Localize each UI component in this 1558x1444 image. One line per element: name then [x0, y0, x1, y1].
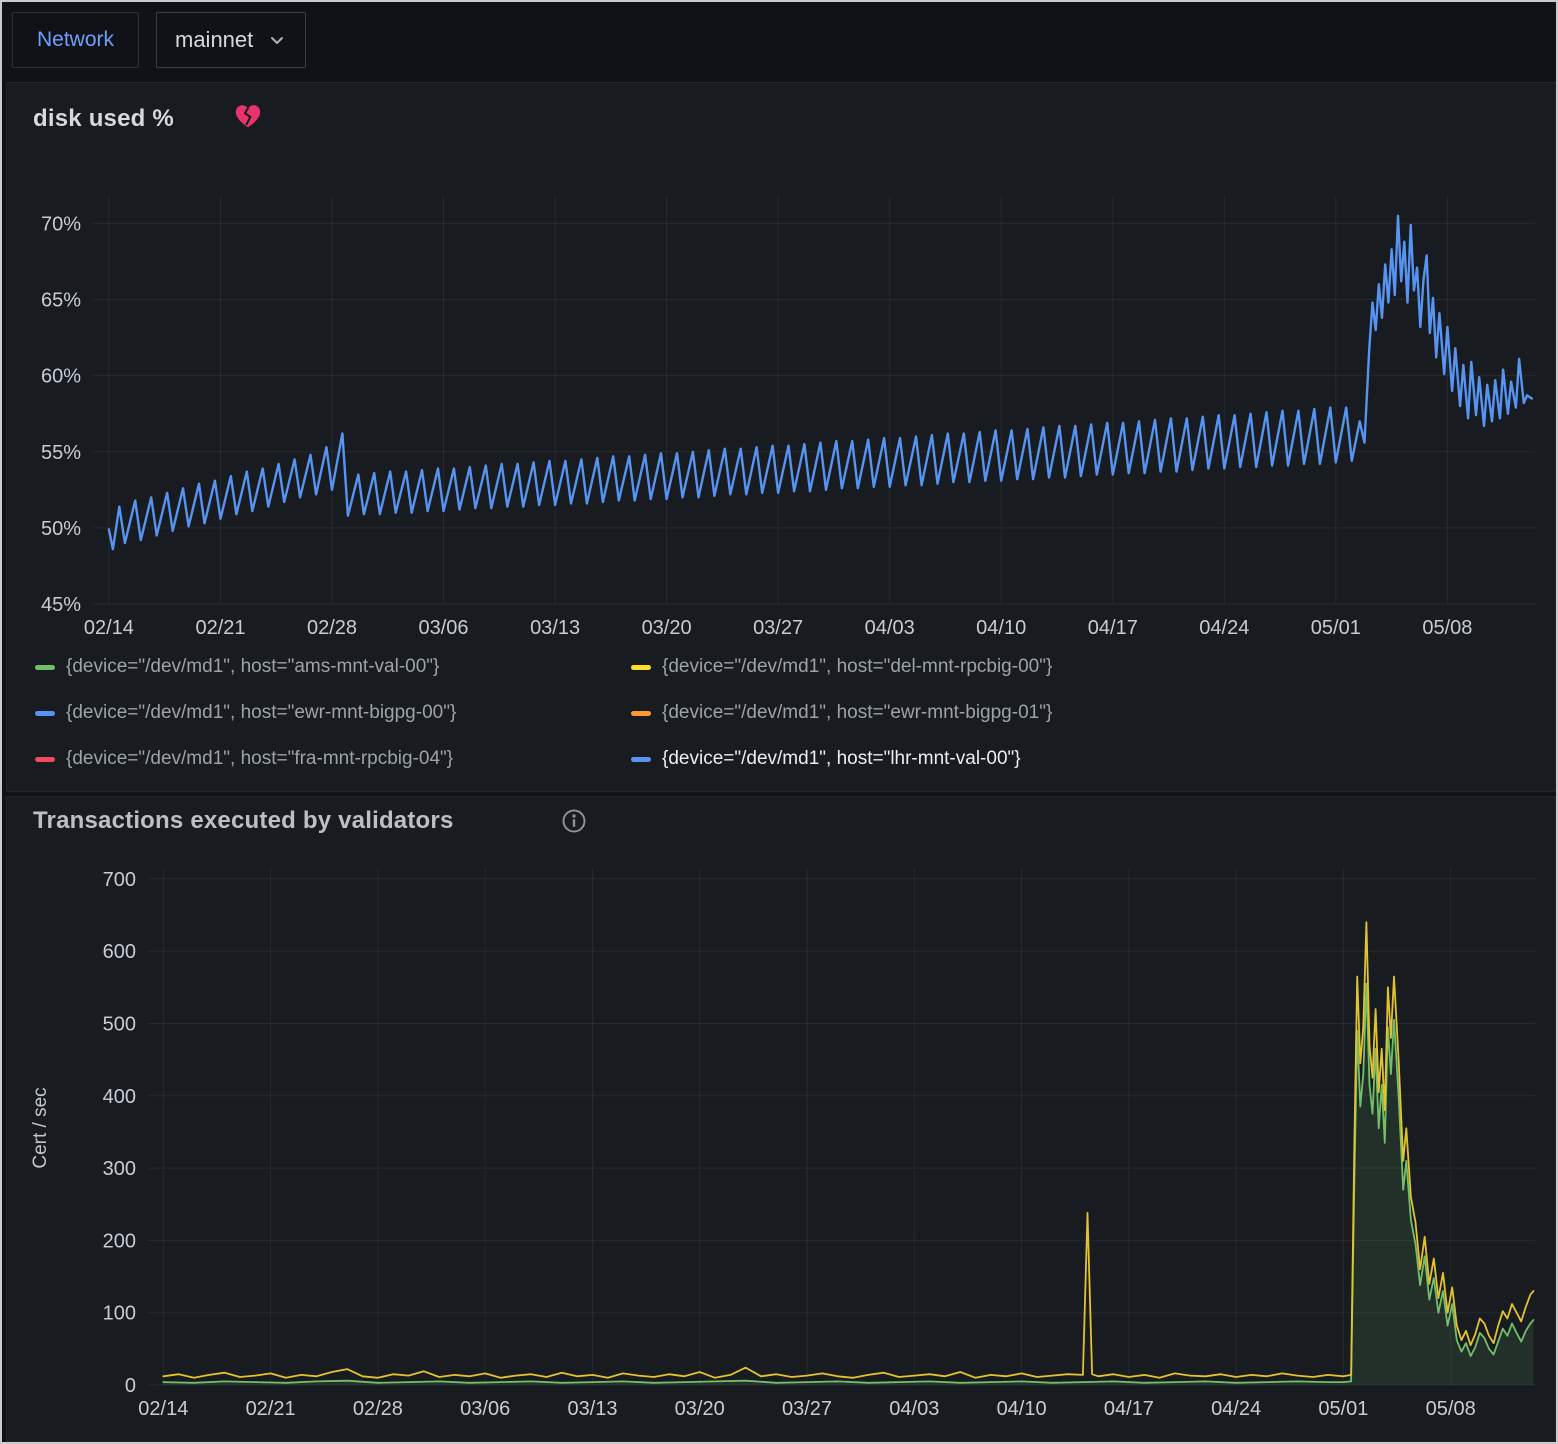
grafana-dashboard: { "variables": { "label": "Network", "va…	[0, 0, 1558, 1444]
legend-label: {device="/dev/md1", host="del-mnt-rpcbig…	[662, 656, 1052, 678]
svg-text:03/06: 03/06	[460, 1398, 510, 1420]
legend-label: {device="/dev/md1", host="ams-mnt-val-00…	[66, 656, 439, 678]
svg-text:04/03: 04/03	[889, 1398, 939, 1420]
legend-label: {device="/dev/md1", host="fra-mnt-rpcbig…	[66, 748, 453, 770]
svg-text:700: 700	[103, 869, 136, 891]
chevron-down-icon	[267, 30, 287, 50]
series-color-dash	[631, 711, 651, 716]
legend-label: {device="/dev/md1", host="ewr-mnt-bigpg-…	[662, 702, 1052, 724]
svg-text:04/24: 04/24	[1211, 1398, 1261, 1420]
legend-item-lhr-mnt-val-00[interactable]: {device="/dev/md1", host="lhr-mnt-val-00…	[631, 743, 1052, 775]
broken-heart-alert-icon	[233, 101, 263, 131]
series-color-dash	[631, 665, 651, 670]
svg-text:04/10: 04/10	[997, 1398, 1047, 1420]
svg-text:02/28: 02/28	[307, 617, 357, 639]
network-variable-label: Network	[12, 12, 139, 68]
network-variable-value: mainnet	[175, 27, 253, 53]
svg-text:300: 300	[103, 1158, 136, 1180]
svg-text:04/24: 04/24	[1199, 617, 1249, 639]
svg-text:05/01: 05/01	[1318, 1398, 1368, 1420]
transactions-chart[interactable]: 0 100 200 300 400 500 600 700 02/14 02/21 02/28 03/…	[63, 853, 1551, 1441]
svg-text:02/28: 02/28	[353, 1398, 403, 1420]
legend-item-ewr-mnt-bigpg-00[interactable]: {device="/dev/md1", host="ewr-mnt-bigpg-…	[35, 697, 631, 729]
svg-text:04/17: 04/17	[1104, 1398, 1154, 1420]
panel-disk-used: disk used % 45% 50% 55% 60% 65% 70% 02/14 02/21…	[6, 82, 1556, 792]
svg-text:03/13: 03/13	[530, 617, 580, 639]
svg-text:05/08: 05/08	[1422, 617, 1472, 639]
svg-text:03/13: 03/13	[567, 1398, 617, 1420]
series-color-dash	[631, 757, 651, 762]
svg-text:50%: 50%	[41, 518, 81, 540]
tx-y-axis-label: Cert / sec	[30, 1087, 52, 1168]
svg-text:03/20: 03/20	[642, 617, 692, 639]
legend-item-ams-mnt-val-00[interactable]: {device="/dev/md1", host="ams-mnt-val-00…	[35, 651, 631, 683]
svg-text:70%: 70%	[41, 213, 81, 235]
legend-label: {device="/dev/md1", host="ewr-mnt-bigpg-…	[66, 702, 456, 724]
disk-used-chart[interactable]: 45% 50% 55% 60% 65% 70% 02/14 02/21 02/28 03/06 03…	[15, 171, 1549, 649]
legend-item-del-mnt-rpcbig-00[interactable]: {device="/dev/md1", host="del-mnt-rpcbig…	[631, 651, 1052, 683]
legend-item-ewr-mnt-bigpg-01[interactable]: {device="/dev/md1", host="ewr-mnt-bigpg-…	[631, 697, 1052, 729]
svg-text:100: 100	[103, 1303, 136, 1325]
svg-text:55%: 55%	[41, 442, 81, 464]
disk-used-legend: {device="/dev/md1", host="ams-mnt-val-00…	[35, 651, 1052, 775]
info-icon[interactable]	[560, 807, 588, 835]
svg-text:600: 600	[103, 941, 136, 963]
network-variable-select[interactable]: mainnet	[156, 12, 306, 68]
svg-text:65%: 65%	[41, 290, 81, 312]
series-color-dash	[35, 711, 55, 716]
svg-text:02/21: 02/21	[195, 617, 245, 639]
panel-tx-title: Transactions executed by validators	[33, 807, 454, 835]
svg-text:05/01: 05/01	[1311, 617, 1361, 639]
series-color-dash	[35, 665, 55, 670]
svg-text:400: 400	[103, 1086, 136, 1108]
svg-text:03/27: 03/27	[782, 1398, 832, 1420]
legend-item-fra-mnt-rpcbig-04[interactable]: {device="/dev/md1", host="fra-mnt-rpcbig…	[35, 743, 631, 775]
svg-text:02/21: 02/21	[246, 1398, 296, 1420]
svg-text:03/27: 03/27	[753, 617, 803, 639]
svg-text:03/20: 03/20	[675, 1398, 725, 1420]
svg-text:200: 200	[103, 1230, 136, 1252]
series-color-dash	[35, 757, 55, 762]
svg-text:60%: 60%	[41, 366, 81, 388]
dashboard-toolbar: Network mainnet	[2, 2, 1556, 80]
panel-transactions: Transactions executed by validators Cert…	[6, 796, 1556, 1442]
svg-text:04/10: 04/10	[976, 617, 1026, 639]
svg-text:500: 500	[103, 1014, 136, 1036]
svg-text:04/03: 04/03	[865, 617, 915, 639]
svg-text:0: 0	[125, 1375, 136, 1397]
panel-disk-title: disk used %	[33, 105, 174, 133]
svg-text:02/14: 02/14	[138, 1398, 188, 1420]
legend-label: {device="/dev/md1", host="lhr-mnt-val-00…	[662, 748, 1021, 770]
svg-text:02/14: 02/14	[84, 617, 134, 639]
svg-text:03/06: 03/06	[418, 617, 468, 639]
svg-text:05/08: 05/08	[1426, 1398, 1476, 1420]
svg-text:04/17: 04/17	[1088, 617, 1138, 639]
svg-text:45%: 45%	[41, 594, 81, 616]
